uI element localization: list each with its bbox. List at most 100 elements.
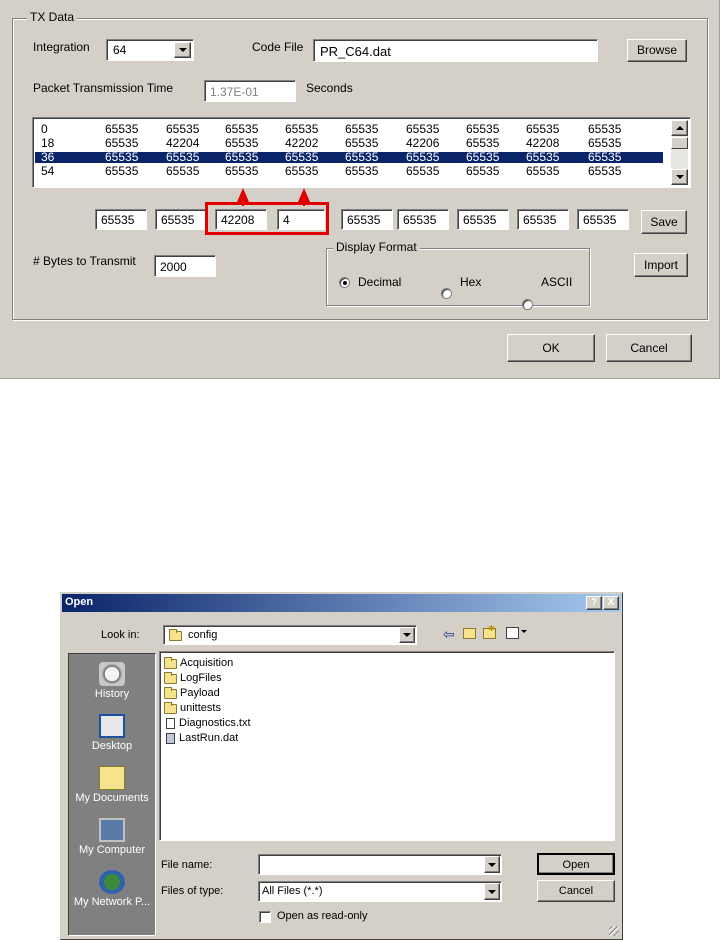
file-item[interactable]: Acquisition [164, 656, 251, 671]
resize-grip-icon[interactable] [609, 926, 619, 936]
table-row[interactable]: 36 65535 65535 65535 65535 65535 65535 65535 655… [35, 150, 663, 164]
cancel-button[interactable]: Cancel [606, 334, 692, 362]
value-edit-field[interactable]: 65535 [517, 209, 569, 230]
table-row[interactable]: 0 65535 65535 65535 65535 65535 65535 65535 6553… [35, 122, 663, 136]
arrow-up-icon [675, 126, 684, 130]
save-button[interactable]: Save [641, 210, 687, 234]
place-my-computer[interactable]: My Computer [66, 818, 158, 856]
bytes-value: 2000 [160, 260, 187, 274]
my-network-icon [99, 870, 125, 894]
place-label: History [94, 688, 130, 700]
value-edit-field[interactable]: 65535 [95, 209, 147, 230]
folder-icon [164, 686, 177, 699]
folder-icon [164, 671, 177, 684]
integration-label: Integration [33, 40, 90, 54]
decimal-radio[interactable] [339, 277, 350, 288]
ok-button[interactable]: OK [507, 334, 595, 362]
dialog-cancel-button[interactable]: Cancel [537, 880, 615, 902]
file-name: Acquisition [180, 657, 234, 669]
integration-select[interactable]: 64 [106, 39, 194, 61]
display-format-title: Display Format [333, 240, 420, 254]
table-row[interactable]: 18 65535 42204 65535 42202 65535 42206 65535 422… [35, 136, 663, 150]
look-in-select[interactable]: config [163, 625, 417, 645]
value-edit-field[interactable]: 65535 [457, 209, 509, 230]
value-edit-text: 65535 [523, 213, 557, 227]
scroll-up-button[interactable] [671, 120, 688, 136]
import-button[interactable]: Import [634, 253, 688, 277]
help-button[interactable]: ? [586, 596, 602, 610]
table-cell: 42208 [526, 136, 560, 150]
look-in-value: config [188, 629, 218, 641]
look-in-dropdown-button[interactable] [399, 627, 415, 643]
file-item[interactable]: LogFiles [164, 671, 251, 686]
table-cell: 65535 [166, 122, 200, 136]
place-my-network[interactable]: My Network P... [66, 870, 158, 908]
data-file-icon [166, 733, 175, 744]
readonly-checkbox[interactable] [259, 911, 271, 923]
table-cell: 65535 [345, 150, 379, 164]
place-desktop[interactable]: Desktop [66, 714, 158, 752]
tx-data-panel: TX Data Integration 64 Code File PR_C64.… [0, 0, 720, 379]
value-edit-field[interactable]: 65535 [155, 209, 207, 230]
code-file-input[interactable]: PR_C64.dat [313, 39, 598, 62]
table-cell: 42206 [406, 136, 440, 150]
table-cell: 65535 [105, 150, 139, 164]
value-edit-field[interactable]: 65535 [397, 209, 449, 230]
file-name-input[interactable] [258, 854, 502, 875]
packet-time-field: 1.37E-01 [204, 80, 296, 102]
ascii-radio[interactable] [522, 299, 533, 310]
table-cell: 65535 [466, 150, 500, 164]
files-of-type-dropdown-button[interactable] [484, 883, 500, 900]
tx-data-title: TX Data [27, 10, 78, 24]
folder-icon [169, 629, 182, 641]
place-label: Desktop [91, 740, 133, 752]
value-edit-text: 65535 [403, 213, 437, 227]
value-edit-field[interactable]: 65535 [577, 209, 629, 230]
scroll-down-button[interactable] [671, 169, 688, 185]
table-cell: 65535 [105, 136, 139, 150]
scroll-thumb[interactable] [671, 137, 688, 149]
table-cell: 65535 [588, 150, 622, 164]
file-item[interactable]: Payload [164, 686, 251, 701]
table-cell: 42204 [166, 136, 200, 150]
my-documents-icon [99, 766, 125, 790]
file-item[interactable]: LastRun.dat [164, 731, 251, 746]
table-scrollbar[interactable] [671, 120, 688, 185]
place-my-documents[interactable]: My Documents [66, 766, 158, 804]
back-icon[interactable]: ⇦ [443, 626, 455, 643]
table-cell: 42202 [285, 136, 319, 150]
place-label: My Documents [75, 792, 149, 804]
hex-radio[interactable] [441, 288, 452, 299]
file-list[interactable]: Acquisition LogFiles Payload unittests Diagn… [159, 651, 615, 841]
files-of-type-value: All Files (*.*) [262, 885, 323, 897]
packet-time-label: Packet Transmission Time [33, 81, 174, 95]
file-item[interactable]: unittests [164, 701, 251, 716]
view-menu-arrow-icon [521, 630, 527, 633]
value-edit-text: 65535 [161, 213, 195, 227]
table-cell: 65535 [406, 150, 440, 164]
chevron-down-icon [488, 889, 496, 894]
close-button[interactable]: X [603, 596, 619, 610]
my-computer-icon [99, 818, 125, 842]
view-menu-icon[interactable] [506, 627, 519, 639]
text-file-icon [166, 718, 175, 729]
table-cell: 65535 [345, 136, 379, 150]
up-folder-icon[interactable] [463, 628, 476, 639]
table-cell: 65535 [466, 136, 500, 150]
table-cell: 65535 [526, 150, 560, 164]
file-item[interactable]: Diagnostics.txt [164, 716, 251, 731]
integration-value: 64 [113, 43, 127, 57]
table-cell: 65535 [225, 122, 259, 136]
browse-button[interactable]: Browse [627, 39, 687, 62]
place-history[interactable]: History [66, 662, 158, 700]
open-button[interactable]: Open [537, 853, 615, 875]
files-of-type-select[interactable]: All Files (*.*) [258, 881, 502, 902]
file-name-dropdown-button[interactable] [484, 856, 500, 873]
value-edit-field[interactable]: 65535 [341, 209, 393, 230]
folder-icon [164, 656, 177, 669]
code-file-label: Code File [252, 40, 304, 54]
data-table[interactable]: 0 65535 65535 65535 65535 65535 65535 65535 6553… [32, 117, 691, 188]
table-row[interactable]: 54 65535 65535 65535 65535 65535 65535 65535 655… [35, 165, 663, 177]
bytes-input[interactable]: 2000 [154, 255, 216, 277]
integration-dropdown-button[interactable] [174, 42, 191, 58]
